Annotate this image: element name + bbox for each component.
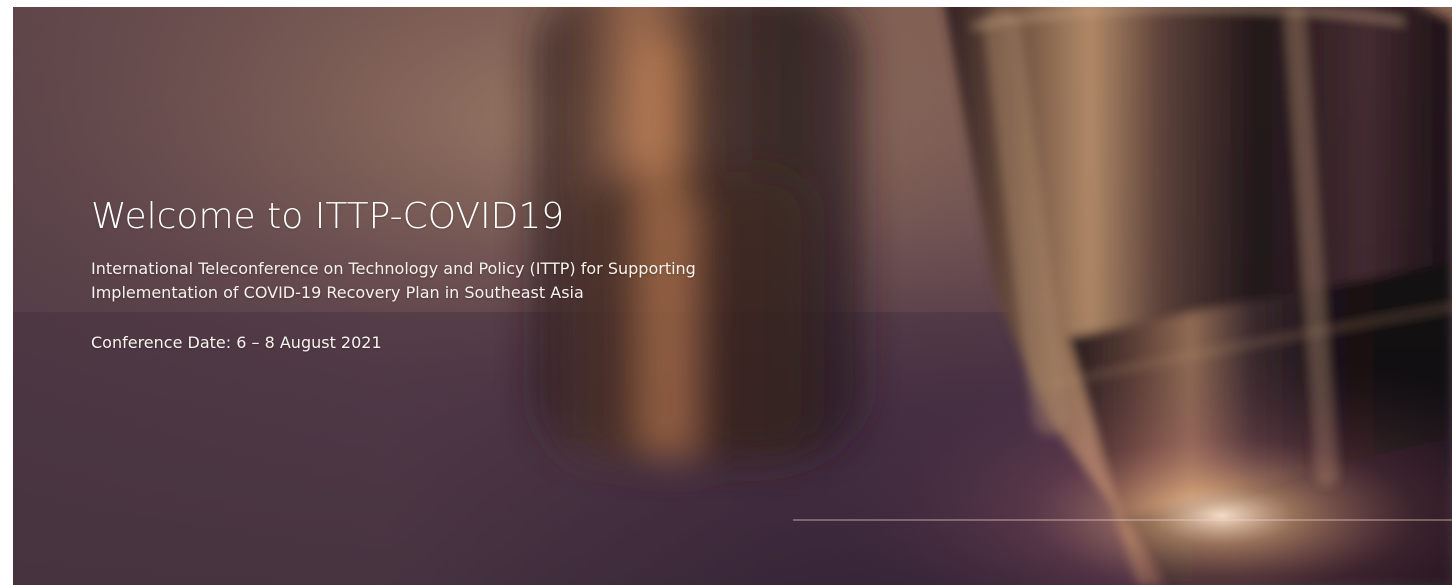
page: Welcome to ITTP-COVID19 International Te…	[0, 0, 1452, 585]
hero-title: Welcome to ITTP-COVID19	[91, 196, 565, 237]
hero-banner: Welcome to ITTP-COVID19 International Te…	[13, 7, 1452, 585]
conference-date: Conference Date: 6 – 8 August 2021	[91, 333, 382, 352]
hero-subtitle: International Teleconference on Technolo…	[91, 259, 696, 302]
hero-content: Welcome to ITTP-COVID19 International Te…	[91, 193, 771, 355]
